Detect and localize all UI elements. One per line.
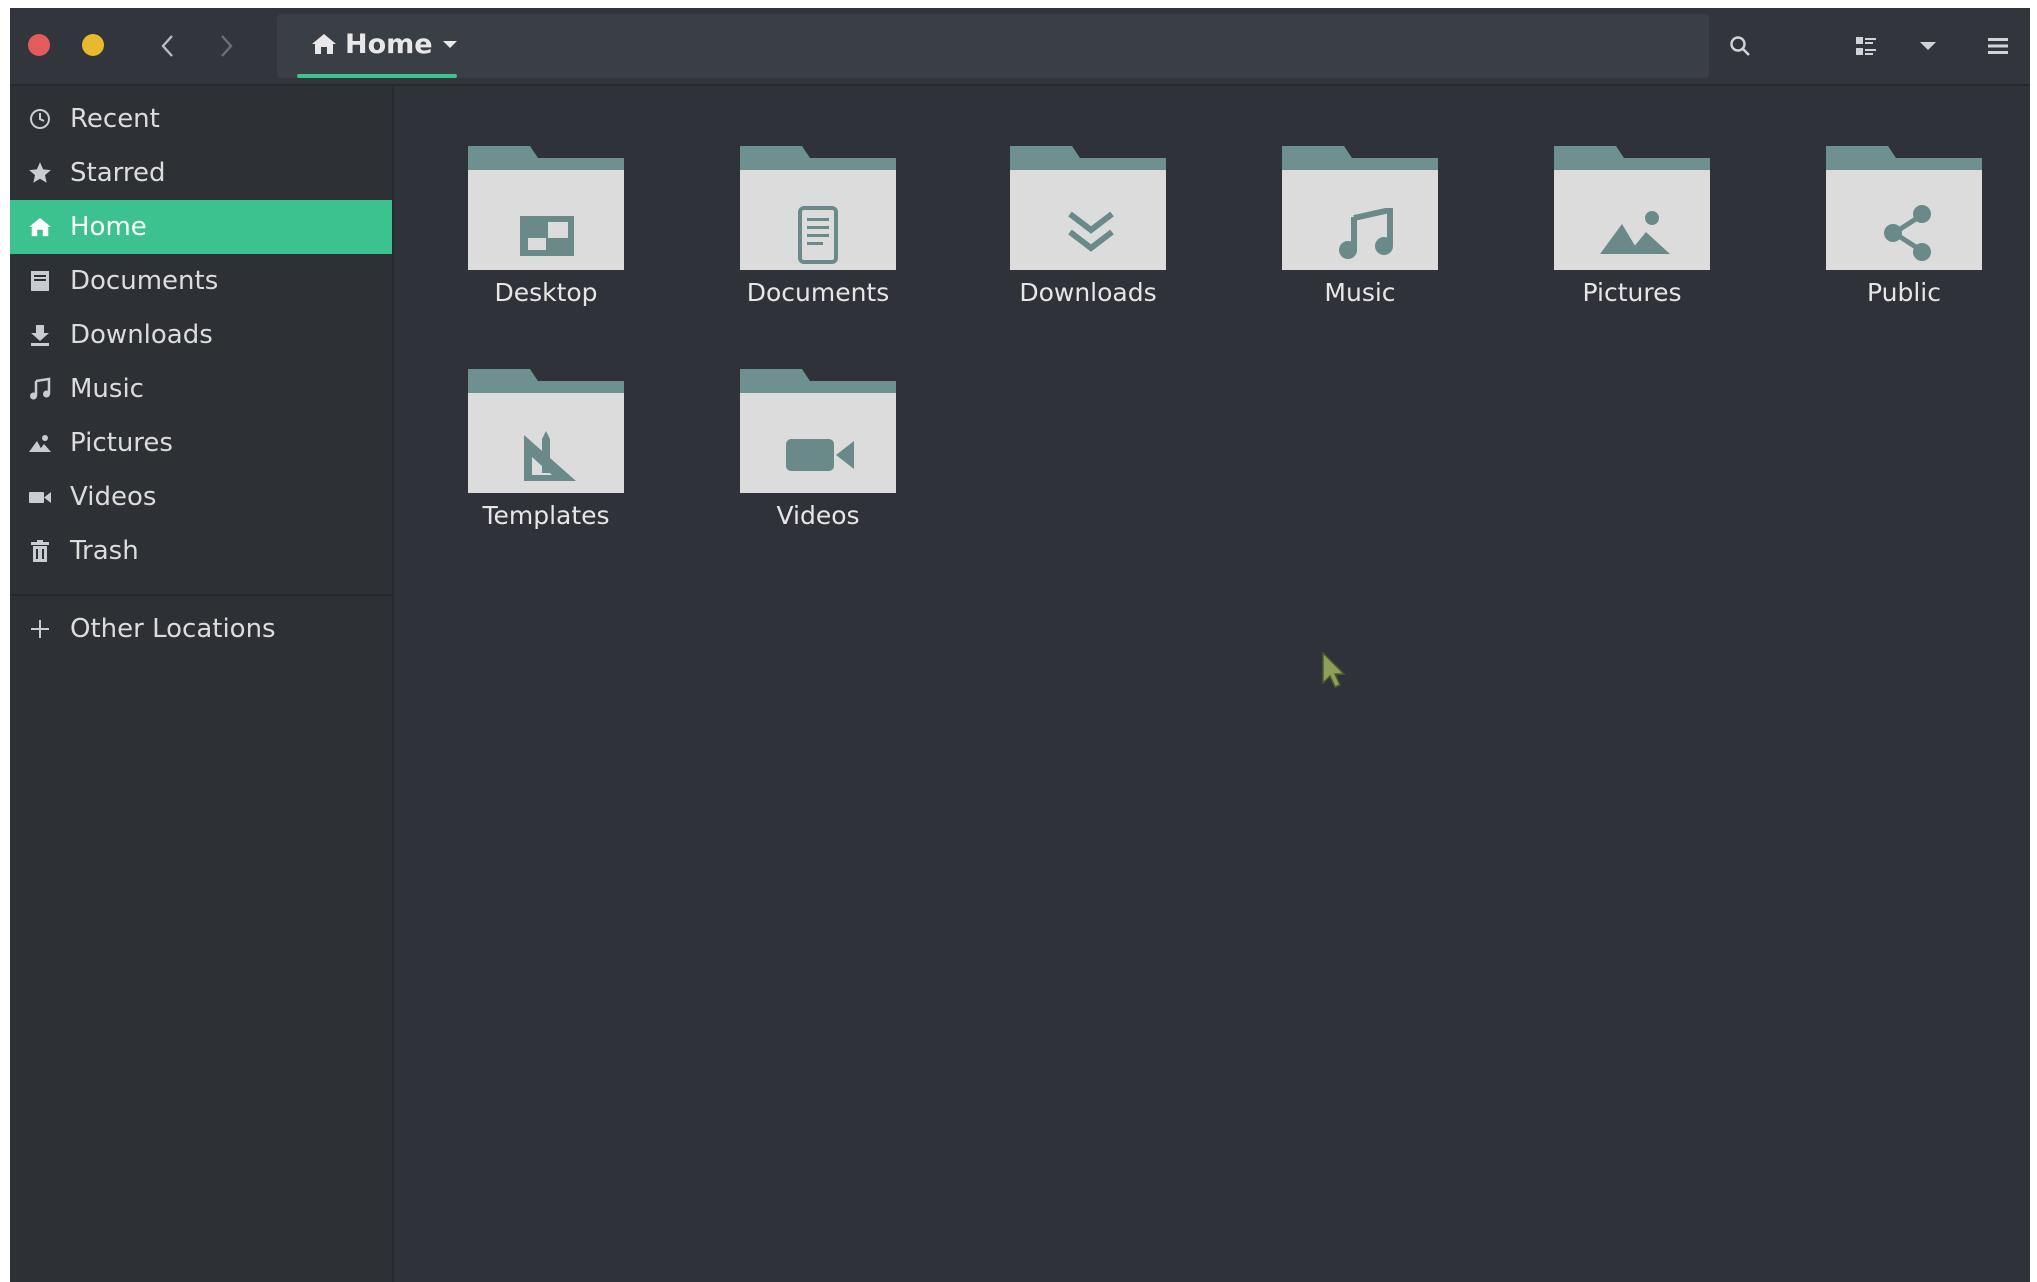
folder-label: Documents bbox=[746, 278, 890, 307]
sidebar-item-label: Pictures bbox=[70, 428, 173, 458]
folder-item-public[interactable]: Public bbox=[1804, 146, 2004, 326]
share-icon bbox=[1884, 205, 1931, 261]
sidebar-item-label: Recent bbox=[70, 104, 160, 134]
view-mode-button[interactable] bbox=[1846, 26, 1886, 66]
folder-item-music[interactable]: Music bbox=[1260, 146, 1460, 326]
sidebar-item-label: Home bbox=[70, 212, 147, 242]
music-note-icon bbox=[26, 375, 54, 403]
desktop-icon bbox=[520, 216, 574, 256]
forward-button[interactable] bbox=[206, 26, 246, 66]
video-camera-icon bbox=[26, 483, 54, 511]
path-button-home[interactable]: Home bbox=[297, 14, 481, 74]
sidebar-item-label: Trash bbox=[70, 536, 139, 566]
sidebar-item-music[interactable]: Music bbox=[10, 362, 392, 416]
folder-item-templates[interactable]: Templates bbox=[446, 369, 646, 549]
minimize-window-button[interactable] bbox=[82, 34, 104, 56]
path-label: Home bbox=[345, 28, 433, 60]
file-manager-window: Home Recent Starred Home Documents Downl… bbox=[10, 8, 2030, 1282]
folder-label: Pictures bbox=[1582, 278, 1682, 307]
list-view-icon bbox=[1856, 37, 1876, 55]
home-icon bbox=[26, 213, 54, 241]
sidebar-item-pictures[interactable]: Pictures bbox=[10, 416, 392, 470]
download-icon bbox=[1068, 211, 1114, 252]
template-icon bbox=[524, 431, 576, 481]
sidebar-item-home[interactable]: Home bbox=[10, 200, 392, 254]
sidebar-separator bbox=[10, 594, 392, 596]
sidebar-item-label: Music bbox=[70, 374, 144, 404]
chevron-left-icon bbox=[161, 35, 173, 57]
picture-icon bbox=[26, 429, 54, 457]
close-window-button[interactable] bbox=[28, 34, 50, 56]
sidebar-item-starred[interactable]: Starred bbox=[10, 146, 392, 200]
sidebar-item-recent[interactable]: Recent bbox=[10, 92, 392, 146]
header-bar: Home bbox=[10, 8, 2030, 86]
document-icon bbox=[26, 267, 54, 295]
path-active-indicator bbox=[297, 74, 457, 78]
folder-view: Desktop Documents Downloads Music Pictur… bbox=[394, 86, 2030, 1282]
sidebar-item-label: Downloads bbox=[70, 320, 213, 350]
folder-label: Templates bbox=[482, 501, 610, 530]
mouse-cursor-icon bbox=[1322, 651, 1346, 688]
sidebar: Recent Starred Home Documents Downloads bbox=[10, 86, 394, 1282]
view-options-dropdown-button[interactable] bbox=[1908, 26, 1948, 66]
video-camera-icon bbox=[786, 439, 854, 471]
sidebar-item-label: Other Locations bbox=[70, 614, 276, 644]
document-icon bbox=[798, 206, 838, 264]
picture-icon bbox=[1600, 211, 1670, 254]
folder-label: Videos bbox=[776, 501, 860, 530]
folder-label: Desktop bbox=[494, 278, 598, 307]
folder-label: Music bbox=[1324, 278, 1396, 307]
folder-item-documents[interactable]: Documents bbox=[718, 146, 918, 326]
download-icon bbox=[26, 321, 54, 349]
plus-icon bbox=[26, 615, 54, 643]
folder-item-downloads[interactable]: Downloads bbox=[988, 146, 1188, 326]
folder-item-desktop[interactable]: Desktop bbox=[446, 146, 646, 326]
search-icon bbox=[1730, 36, 1750, 56]
back-button[interactable] bbox=[148, 26, 188, 66]
folder-item-pictures[interactable]: Pictures bbox=[1532, 146, 1732, 326]
sidebar-item-downloads[interactable]: Downloads bbox=[10, 308, 392, 362]
folder-label: Public bbox=[1867, 278, 1941, 307]
music-note-icon bbox=[1339, 208, 1393, 259]
sidebar-item-trash[interactable]: Trash bbox=[10, 524, 392, 578]
chevron-right-icon bbox=[221, 35, 233, 57]
search-button[interactable] bbox=[1720, 26, 1760, 66]
sidebar-item-label: Videos bbox=[70, 482, 157, 512]
sidebar-item-other-locations[interactable]: Other Locations bbox=[10, 602, 392, 656]
folder-icon bbox=[740, 369, 896, 493]
chevron-down-icon bbox=[442, 41, 457, 48]
sidebar-item-videos[interactable]: Videos bbox=[10, 470, 392, 524]
sidebar-item-documents[interactable]: Documents bbox=[10, 254, 392, 308]
chevron-down-icon bbox=[1920, 42, 1936, 50]
path-bar: Home bbox=[277, 14, 1709, 78]
home-icon bbox=[312, 34, 336, 54]
folder-item-videos[interactable]: Videos bbox=[718, 369, 918, 549]
star-icon bbox=[26, 159, 54, 187]
folder-label: Downloads bbox=[1019, 278, 1157, 307]
sidebar-item-label: Documents bbox=[70, 266, 219, 296]
hamburger-menu-icon bbox=[1988, 38, 2008, 54]
trash-icon bbox=[26, 537, 54, 565]
sidebar-item-label: Starred bbox=[70, 158, 166, 188]
main-menu-button[interactable] bbox=[1978, 26, 2018, 66]
clock-icon bbox=[26, 105, 54, 133]
